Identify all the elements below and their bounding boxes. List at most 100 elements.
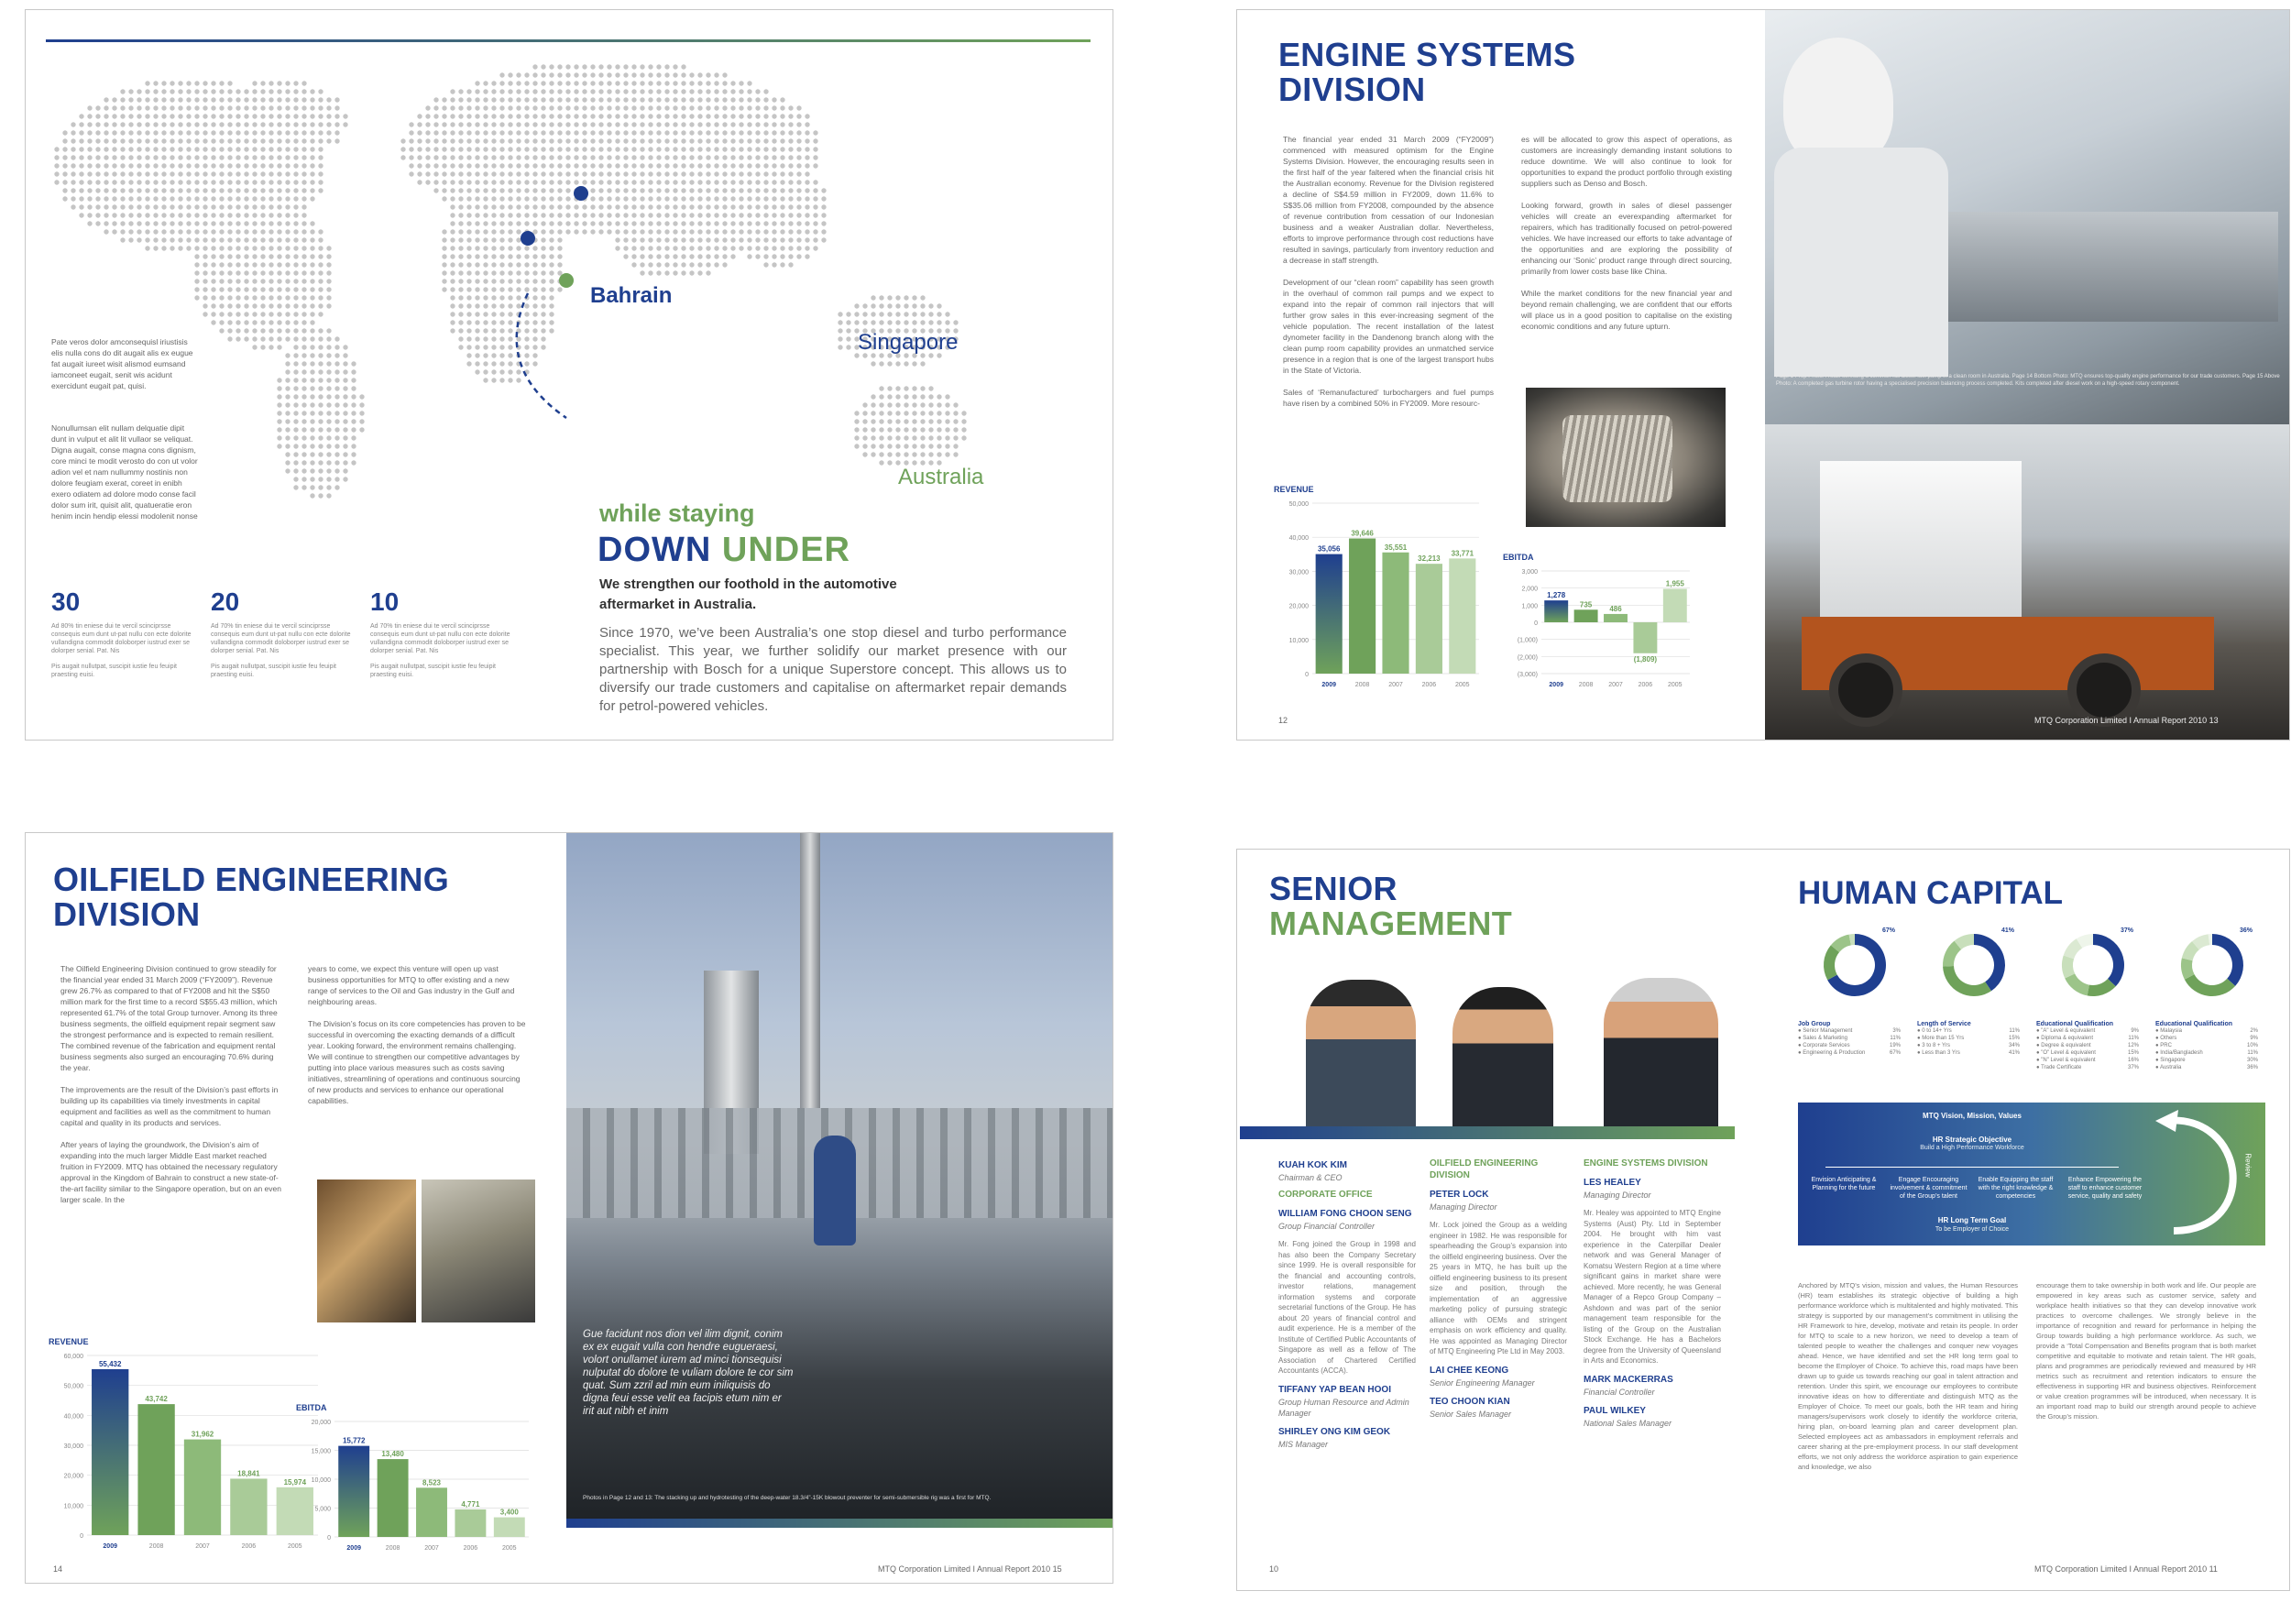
framework-review: Review bbox=[2243, 1153, 2253, 1178]
person-title: Managing Director bbox=[1430, 1202, 1497, 1212]
map-dot bbox=[285, 213, 290, 218]
map-dot bbox=[483, 196, 488, 202]
map-dot bbox=[442, 105, 447, 111]
data-label: 43,742 bbox=[145, 1395, 168, 1403]
data-label: 55,432 bbox=[99, 1360, 122, 1368]
map-dot bbox=[508, 204, 513, 210]
map-dot bbox=[293, 122, 299, 127]
map-dot bbox=[747, 114, 752, 119]
map-dot bbox=[95, 105, 101, 111]
bar bbox=[377, 1459, 409, 1537]
map-dot bbox=[664, 213, 670, 218]
map-dot bbox=[293, 196, 299, 202]
map-dot bbox=[640, 254, 645, 259]
map-dot bbox=[689, 213, 695, 218]
map-dot bbox=[780, 130, 785, 136]
map-dot bbox=[557, 229, 563, 235]
map-dot bbox=[565, 147, 571, 152]
map-dot bbox=[730, 122, 736, 127]
map-dot bbox=[739, 130, 744, 136]
map-dot bbox=[755, 229, 761, 235]
map-dot bbox=[178, 188, 183, 193]
map-dot bbox=[499, 328, 505, 334]
map-dot bbox=[79, 171, 84, 177]
map-dot bbox=[318, 138, 323, 144]
map-dot bbox=[607, 147, 612, 152]
map-dot bbox=[953, 320, 959, 325]
map-dot bbox=[706, 204, 711, 210]
map-dot bbox=[326, 295, 332, 301]
map-dot bbox=[203, 237, 208, 243]
map-dot bbox=[227, 138, 233, 144]
map-dot bbox=[211, 237, 216, 243]
map-dot bbox=[203, 188, 208, 193]
map-dot bbox=[722, 221, 728, 226]
map-dot bbox=[689, 246, 695, 251]
map-dot bbox=[961, 435, 967, 441]
map-dot bbox=[277, 444, 282, 449]
map-dot bbox=[516, 287, 521, 292]
map-dot bbox=[532, 155, 538, 160]
map-dot bbox=[681, 246, 686, 251]
map-dot bbox=[211, 196, 216, 202]
map-dot bbox=[483, 303, 488, 309]
folio-left: 12 bbox=[1278, 716, 1288, 725]
map-dot bbox=[310, 378, 315, 383]
map-dot bbox=[582, 105, 587, 111]
map-dot bbox=[747, 105, 752, 111]
map-dot bbox=[475, 221, 480, 226]
map-dot bbox=[516, 122, 521, 127]
map-dot bbox=[301, 411, 307, 416]
col2-p3: While the market conditions for the new … bbox=[1521, 289, 1732, 331]
map-dot bbox=[269, 155, 274, 160]
col1-p3: After years of laying the groundwork, th… bbox=[60, 1140, 281, 1204]
map-dot bbox=[285, 452, 290, 457]
map-dot bbox=[400, 155, 406, 160]
map-dot bbox=[640, 130, 645, 136]
map-dot bbox=[260, 89, 266, 94]
map-dot bbox=[689, 155, 695, 160]
map-dot bbox=[615, 229, 620, 235]
map-dot bbox=[598, 114, 604, 119]
map-dot bbox=[697, 155, 703, 160]
map-dot bbox=[524, 97, 530, 103]
map-dot bbox=[318, 353, 323, 358]
map-dot bbox=[640, 171, 645, 177]
map-dot bbox=[227, 246, 233, 251]
map-dot bbox=[475, 254, 480, 259]
map-dot bbox=[475, 97, 480, 103]
map-dot bbox=[615, 122, 620, 127]
map-dot bbox=[95, 138, 101, 144]
map-dot bbox=[153, 97, 159, 103]
map-dot bbox=[227, 229, 233, 235]
map-dot bbox=[475, 196, 480, 202]
map-dot bbox=[516, 72, 521, 78]
map-dot bbox=[615, 72, 620, 78]
map-dot bbox=[508, 279, 513, 284]
map-dot bbox=[326, 468, 332, 474]
map-dot bbox=[87, 171, 93, 177]
map-dot bbox=[170, 171, 175, 177]
map-dot bbox=[805, 130, 810, 136]
map-dot bbox=[524, 287, 530, 292]
map-dot bbox=[475, 336, 480, 342]
map-dot bbox=[244, 279, 249, 284]
map-dot bbox=[269, 204, 274, 210]
map-dot bbox=[244, 204, 249, 210]
map-dot bbox=[269, 213, 274, 218]
map-dot bbox=[277, 237, 282, 243]
map-dot bbox=[607, 138, 612, 144]
map-dot bbox=[697, 180, 703, 185]
person-name: LES HEALEY bbox=[1584, 1178, 1641, 1188]
map-dot bbox=[516, 155, 521, 160]
map-dot bbox=[590, 105, 596, 111]
map-dot bbox=[879, 427, 884, 433]
map-dot bbox=[689, 72, 695, 78]
person-title: Chairman & CEO bbox=[1278, 1173, 1343, 1182]
map-dot bbox=[120, 97, 126, 103]
map-dot bbox=[516, 81, 521, 86]
map-dot bbox=[194, 279, 200, 284]
map-dot bbox=[334, 485, 340, 490]
map-dot bbox=[293, 105, 299, 111]
section-heading: OILFIELD ENGINEERING DIVISION bbox=[1430, 1158, 1539, 1180]
